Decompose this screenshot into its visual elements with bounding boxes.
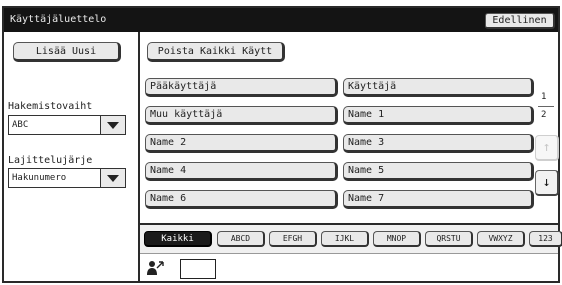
add-new-button[interactable]: Lisää Uusi [13,42,121,62]
user-button[interactable]: Name 7 [343,190,534,209]
user-button[interactable]: Pääkäyttäjä [145,78,338,97]
chevron-down-icon[interactable] [100,116,125,134]
arrow-up-icon[interactable]: ↑ [535,135,559,161]
user-button[interactable]: Name 6 [145,190,338,209]
delete-all-button[interactable]: Poista Kaikki Käytt [147,42,285,62]
tab-ijkl[interactable]: IJKL [321,231,369,247]
tab-qrstu[interactable]: QRSTU [425,231,473,247]
page-current: 1 [541,92,547,102]
previous-button[interactable]: Edellinen [485,13,555,29]
user-button[interactable]: Muu käyttäjä [145,106,338,125]
chevron-down-icon[interactable] [100,169,125,187]
user-button[interactable]: Name 1 [343,106,534,125]
user-arrow-icon[interactable] [147,260,165,276]
tab-abcd[interactable]: ABCD [217,231,265,247]
directory-select[interactable]: ABC [8,115,126,135]
tab-efgh[interactable]: EFGH [269,231,317,247]
user-button[interactable]: Name 4 [145,162,338,181]
user-button[interactable]: Käyttäjä [343,78,534,97]
user-count-field[interactable] [180,259,216,279]
sort-select[interactable]: Hakunumero [8,168,126,188]
directory-value: ABC [12,120,29,130]
index-tab-bar: Kaikki ABCD EFGH IJKL MNOP QRSTU VWXYZ 1… [140,223,562,254]
page-title: Käyttäjäluettelo [10,14,107,25]
user-button[interactable]: Name 2 [145,134,338,153]
sort-label: Lajittelujärje [8,155,93,166]
page-divider [538,106,554,107]
tab-vwxyz[interactable]: VWXYZ [477,231,525,247]
user-list-panel: Käyttäjäluettelo Edellinen Lisää Uusi Ha… [2,6,562,283]
sort-value: Hakunumero [12,173,67,183]
page-total: 2 [541,110,547,120]
user-button[interactable]: Name 5 [343,162,534,181]
arrow-down-icon[interactable]: ↓ [535,170,559,196]
tab-mnop[interactable]: MNOP [373,231,421,247]
tab-kaikki[interactable]: Kaikki [144,231,212,247]
tab-123[interactable]: 123 [529,231,562,247]
directory-label: Hakemistovaiht [8,101,93,112]
title-bar: Käyttäjäluettelo Edellinen [4,8,558,32]
user-button[interactable]: Name 3 [343,134,534,153]
